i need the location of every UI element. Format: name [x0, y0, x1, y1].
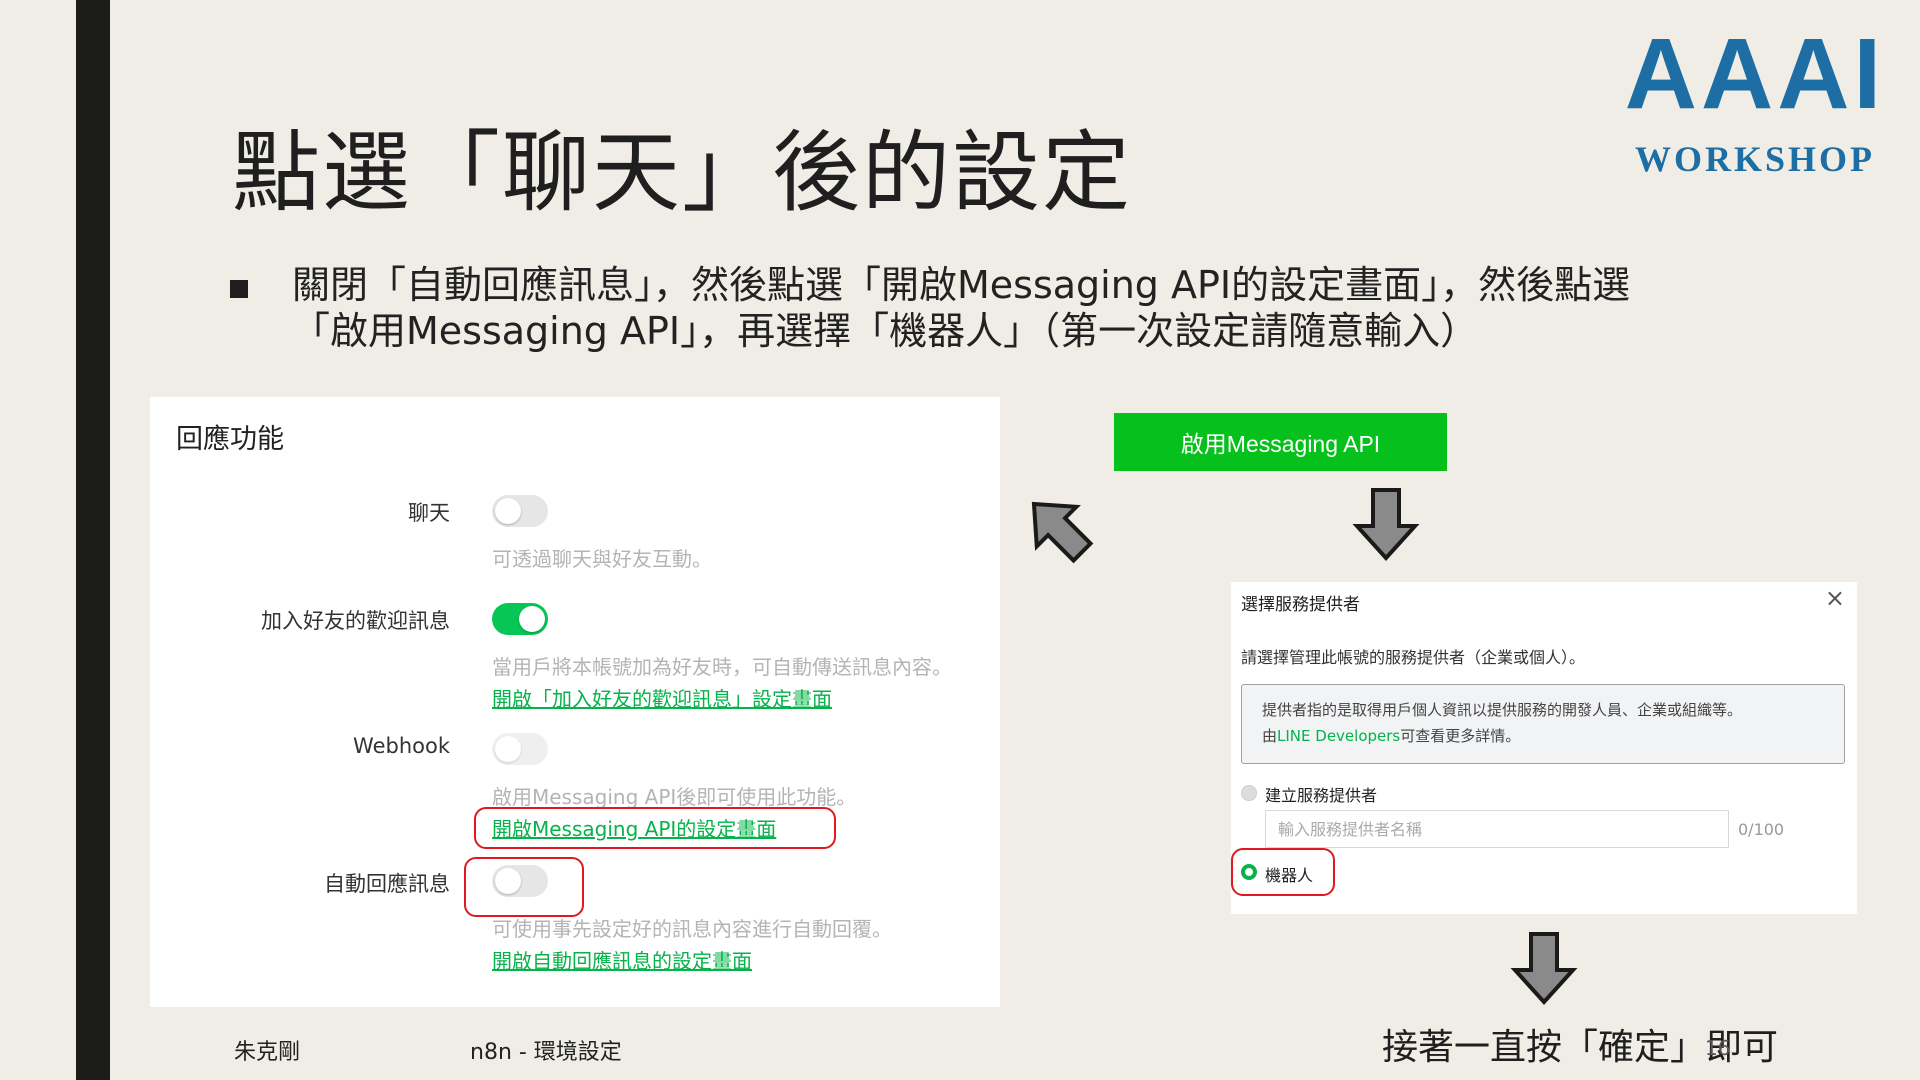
highlight-auto-reply-toggle [464, 857, 584, 917]
welcome-message-description: 當用戶將本帳號加為好友時，可自動傳送訊息內容。 [492, 655, 952, 679]
logo-main-text: AAAI [1624, 18, 1886, 130]
welcome-message-toggle[interactable] [492, 603, 548, 635]
info-line-2: 由LINE Developers可查看更多詳情。 [1262, 723, 1824, 749]
enable-messaging-api-button[interactable]: 啟用Messaging API [1114, 413, 1447, 471]
toggle-knob [495, 498, 521, 524]
bullet-point: 關閉「自動回應訊息」，然後點選「開啟Messaging API的設定畫面」，然後… [230, 262, 1730, 354]
highlight-bot-option [1231, 848, 1335, 896]
close-icon[interactable]: × [1825, 584, 1845, 612]
welcome-message-settings-link[interactable]: 開啟「加入好友的歡迎訊息」設定畫面 [492, 683, 832, 712]
chat-label: 聊天 [408, 501, 450, 525]
bullet-line-1: 關閉「自動回應訊息」，然後點選「開啟Messaging API的設定畫面」，然後… [292, 263, 1631, 307]
left-accent-bar [76, 0, 110, 1080]
response-settings-panel: 回應功能 聊天 可透過聊天與好友互動。 加入好友的歡迎訊息 當用戶將本帳號加為好… [150, 397, 1000, 1007]
input-char-count: 0/100 [1738, 820, 1785, 839]
chat-toggle[interactable] [492, 495, 548, 527]
arrow-down-icon [1510, 932, 1578, 1005]
bullet-line-2: 「啟用Messaging API」，再選擇「機器人」（第一次設定請隨意輸入） [292, 309, 1479, 353]
create-provider-label: 建立服務提供者 [1265, 786, 1378, 805]
dialog-instruction: 請選擇管理此帳號的服務提供者（企業或個人）。 [1241, 648, 1586, 667]
highlight-messaging-api-link [474, 807, 836, 849]
info-line-1: 提供者指的是取得用戶個人資訊以提供服務的開發人員、企業或組織等。 [1262, 701, 1743, 719]
info-suffix: 可查看更多詳情。 [1400, 727, 1521, 745]
toggle-knob [519, 606, 545, 632]
bullet-square-icon [230, 280, 248, 298]
footer-author: 朱克剛 [234, 1040, 301, 1065]
webhook-toggle[interactable] [492, 733, 548, 765]
auto-reply-description: 可使用事先設定好的訊息內容進行自動回覆。 [492, 917, 892, 941]
webhook-description: 啟用Messaging API後即可使用此功能。 [492, 785, 857, 809]
line-developers-link[interactable]: LINE Developers [1277, 727, 1400, 745]
arrow-down-icon [1352, 488, 1420, 561]
page-number: 16 [1705, 1036, 1731, 1060]
info-prefix: 由 [1262, 727, 1278, 745]
provider-info-box: 提供者指的是取得用戶個人資訊以提供服務的開發人員、企業或組織等。 由LINE D… [1241, 684, 1845, 764]
slide-title: 點選「聊天」後的設定 [232, 121, 1133, 224]
footer-topic: n8n - 環境設定 [470, 1040, 622, 1065]
dialog-title: 選擇服務提供者 [1241, 595, 1360, 615]
toggle-knob [495, 736, 521, 762]
create-provider-radio[interactable] [1241, 785, 1257, 801]
logo-sub-text: WORKSHOP [1634, 139, 1876, 179]
select-provider-dialog: 選擇服務提供者 × 請選擇管理此帳號的服務提供者（企業或個人）。 提供者指的是取… [1231, 582, 1857, 914]
aaai-workshop-logo: AAAI WORKSHOP [1610, 24, 1900, 184]
provider-name-input[interactable] [1265, 810, 1729, 848]
webhook-label: Webhook [353, 734, 450, 758]
arrow-up-right-icon [1031, 501, 1094, 564]
panel-title: 回應功能 [176, 424, 284, 455]
welcome-message-label: 加入好友的歡迎訊息 [261, 609, 450, 633]
auto-reply-label: 自動回應訊息 [324, 872, 450, 896]
chat-description: 可透過聊天與好友互動。 [492, 547, 712, 571]
auto-reply-settings-link[interactable]: 開啟自動回應訊息的設定畫面 [492, 945, 752, 974]
